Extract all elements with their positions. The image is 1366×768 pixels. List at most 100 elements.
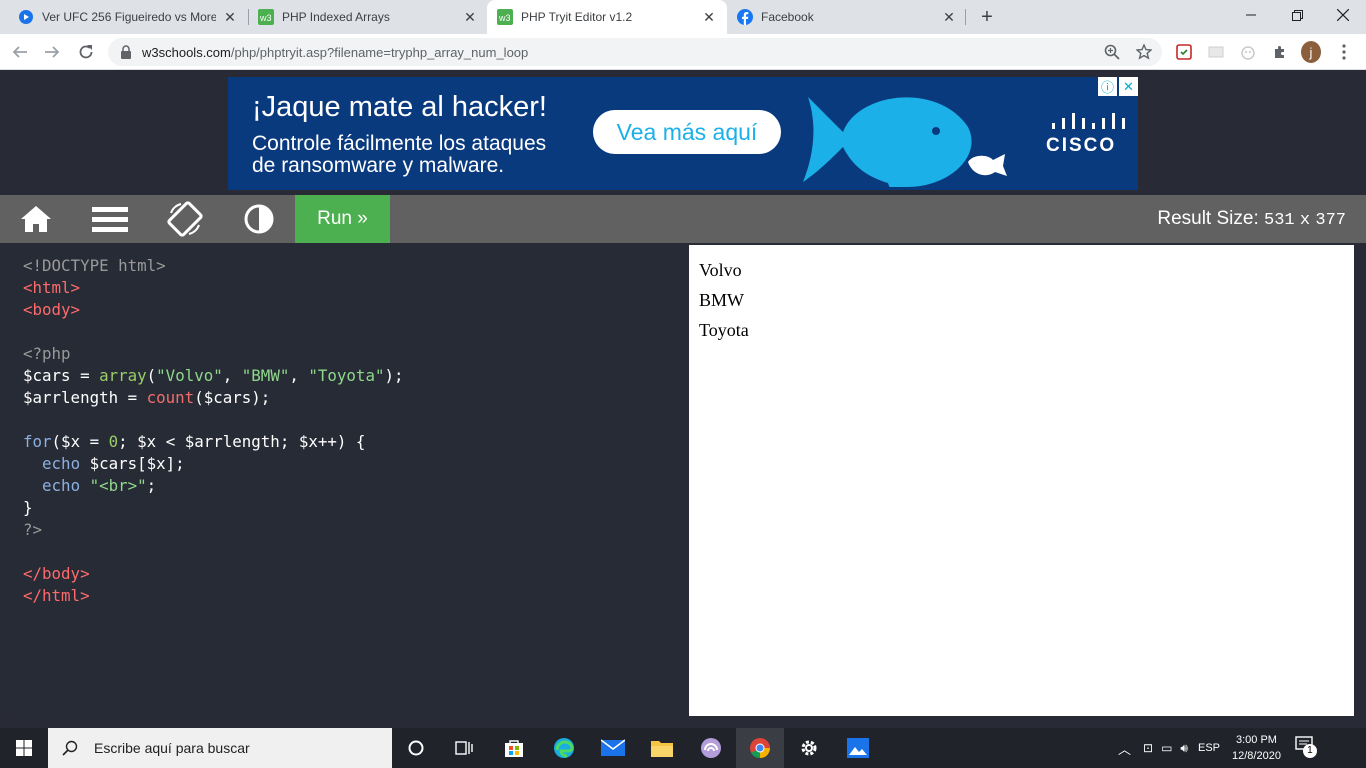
store-button[interactable] [490, 728, 538, 768]
code-editor[interactable]: <!DOCTYPE html> <html> <body> <?php $car… [12, 245, 677, 716]
code-line: ?> [23, 520, 43, 539]
battery-icon[interactable]: ▭ [1161, 741, 1172, 755]
puzzle-icon [1275, 46, 1284, 58]
chrome-button[interactable] [736, 728, 784, 768]
tab-ufc[interactable]: Ver UFC 256 Figueiredo vs Moren ✕ [8, 0, 248, 34]
code-line: $cars = array("Volvo", "BMW", "Toyota"); [23, 366, 404, 385]
theme-toggle-button[interactable] [235, 195, 283, 243]
close-icon [1337, 9, 1349, 21]
adchoices-icon[interactable]: ⓘ [1098, 77, 1117, 96]
menu-button[interactable] [86, 195, 134, 243]
code-line: <?php [23, 344, 71, 363]
mail-icon [601, 739, 625, 756]
fish-illustration [803, 97, 1007, 187]
ad-headline: ¡Jaque mate al hacker! [252, 91, 547, 123]
new-tab-button[interactable]: + [976, 4, 998, 30]
settings-button[interactable] [785, 728, 833, 768]
code-line: echo $cars[$x]; [42, 454, 185, 473]
address-bar[interactable]: w3schools.com/php/phptryit.asp?filename=… [108, 38, 1162, 66]
cortana-button[interactable] [392, 728, 440, 768]
swirl-app-icon [701, 738, 721, 758]
forward-button[interactable] [40, 40, 64, 64]
extensions-button[interactable] [1270, 42, 1290, 62]
result-width: 531 [1264, 211, 1295, 230]
tab-facebook[interactable]: Facebook ✕ [727, 0, 967, 34]
extension-cat-button[interactable] [1238, 42, 1258, 62]
close-tab-icon[interactable]: ✕ [222, 9, 238, 26]
mail-button[interactable] [589, 728, 637, 768]
volume-icon[interactable]: 🔊︎ [1180, 741, 1188, 756]
taskbar-search[interactable]: Escribe aquí para buscar [48, 728, 392, 768]
ad-body-line: de ransomware y malware. [252, 154, 505, 177]
bookmark-button[interactable] [1134, 42, 1154, 62]
close-tab-icon[interactable]: ✕ [462, 9, 478, 26]
svg-text:w3: w3 [498, 13, 511, 23]
w3schools-icon: w3 [497, 9, 513, 25]
zoom-button[interactable] [1102, 42, 1122, 62]
photos-button[interactable] [834, 728, 882, 768]
browser-tab-strip: Ver UFC 256 Figueiredo vs Moren ✕ w3 PHP… [0, 0, 1366, 34]
result-times: x [1299, 211, 1311, 230]
tab-php-indexed-arrays[interactable]: w3 PHP Indexed Arrays ✕ [248, 0, 488, 34]
restore-icon [1291, 9, 1303, 21]
minimize-button[interactable] [1228, 0, 1274, 30]
profile-avatar[interactable]: j [1301, 41, 1321, 63]
folder-icon [651, 741, 673, 757]
edge-icon [554, 738, 574, 758]
ad-banner[interactable]: ¡Jaque mate al hacker! Controle fácilmen… [228, 77, 1138, 190]
camera-icon[interactable]: ⊡ [1143, 741, 1153, 755]
back-button[interactable] [8, 40, 32, 64]
cisco-wordmark: CISCO [1046, 135, 1117, 156]
close-window-button[interactable] [1320, 0, 1366, 30]
avatar-initial: j [1301, 41, 1321, 63]
file-explorer-button[interactable] [638, 728, 686, 768]
notification-center-button[interactable]: 1 [1295, 736, 1319, 760]
home-button[interactable] [12, 195, 60, 243]
tab-title: PHP Tryit Editor v1.2 [521, 10, 633, 24]
reload-icon [79, 45, 93, 59]
language-indicator[interactable]: ESP [1198, 742, 1220, 754]
grid-extension-icon [1208, 46, 1224, 58]
run-button[interactable]: Run » [295, 195, 390, 243]
star-icon [1136, 44, 1152, 60]
extension-blank-button[interactable] [1206, 42, 1226, 62]
restore-button[interactable] [1274, 0, 1320, 30]
rotate-button[interactable] [161, 195, 209, 243]
tab-php-tryit-editor[interactable]: w3 PHP Tryit Editor v1.2 ✕ [487, 0, 727, 34]
code-content: <!DOCTYPE html> <html> <body> <?php $car… [23, 255, 404, 607]
cat-extension-icon [1241, 46, 1255, 60]
code-line: } [23, 498, 33, 517]
ad-body-line: Controle fácilmente los ataques [252, 132, 547, 155]
app-swirl-button[interactable] [687, 728, 735, 768]
reload-button[interactable] [74, 40, 98, 64]
kebab-menu-icon [1342, 44, 1346, 60]
taskbar: Escribe aquí para buscar ︿ ⊡ ▭ 🔊︎ ESP 3:… [0, 728, 1366, 768]
edge-button[interactable] [540, 728, 588, 768]
clock[interactable]: 3:00 PM 12/8/2020 [1232, 732, 1281, 764]
code-line: for($x = 0; $x < $arrlength; $x++) { [23, 432, 366, 451]
system-tray: ︿ ⊡ ▭ 🔊︎ ESP 3:00 PM 12/8/2020 1 [1118, 728, 1319, 768]
w3schools-icon: w3 [258, 9, 274, 25]
chevron-up-icon[interactable]: ︿ [1118, 739, 1131, 758]
tab-title: Ver UFC 256 Figueiredo vs Moren [42, 10, 216, 24]
contrast-icon [244, 204, 274, 234]
arrow-right-icon [45, 46, 60, 58]
editor-toolbar: Run » Result Size: 531 x 377 [0, 195, 1366, 243]
ad-badges: ⓘ ✕ [1096, 77, 1138, 96]
tab-title: PHP Indexed Arrays [282, 10, 390, 24]
chrome-icon [750, 738, 771, 759]
cisco-logo: CISCO [1044, 113, 1130, 157]
hamburger-icon [92, 207, 128, 232]
code-line: <body> [23, 300, 81, 319]
start-button[interactable] [0, 728, 48, 768]
task-view-button[interactable] [440, 728, 488, 768]
browser-menu-button[interactable] [1334, 42, 1354, 62]
close-tab-icon[interactable]: ✕ [701, 9, 717, 26]
close-tab-icon[interactable]: ✕ [941, 9, 957, 26]
url-path: /php/phptryit.asp?filename=tryphp_array_… [230, 45, 529, 60]
ad-close-icon[interactable]: ✕ [1119, 77, 1138, 96]
zoom-icon [1104, 44, 1120, 60]
ad-cta-button[interactable]: Vea más aquí [593, 110, 781, 154]
notification-badge: 1 [1302, 744, 1317, 758]
extension-shield-button[interactable] [1174, 42, 1194, 62]
